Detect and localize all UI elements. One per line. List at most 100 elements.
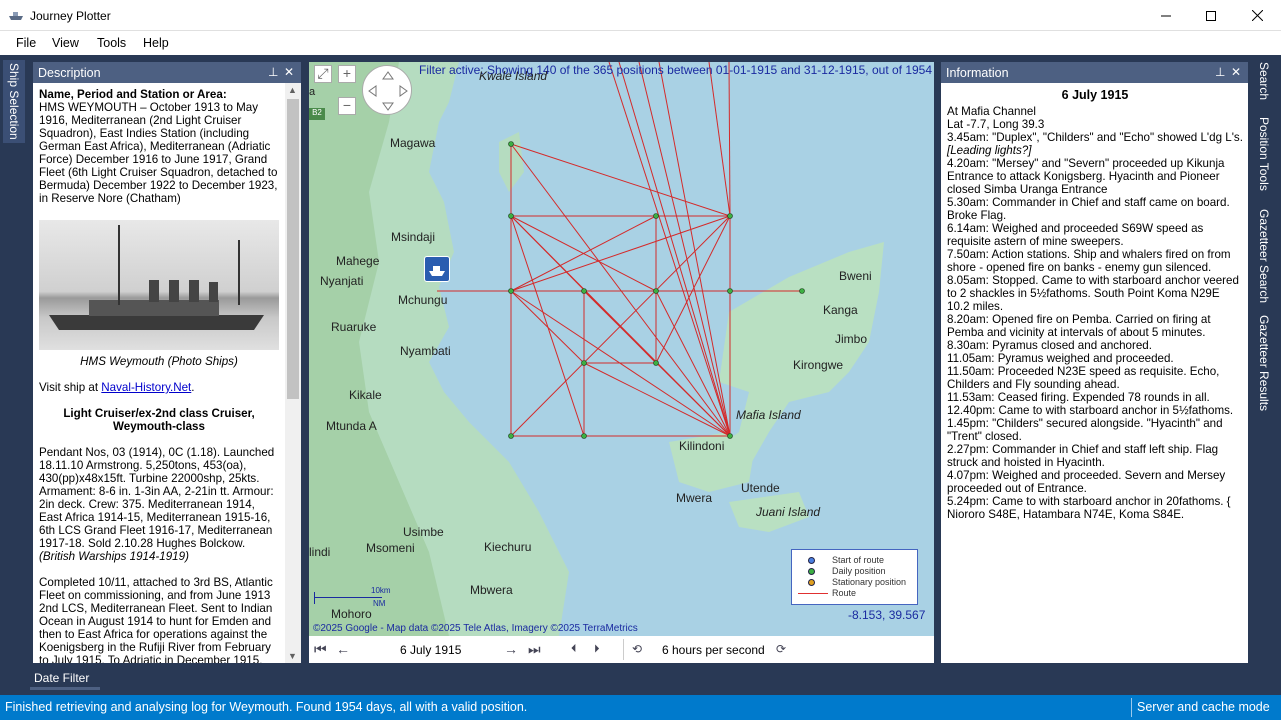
place-nyanjati: Nyanjati — [320, 274, 364, 288]
place-juani-island: Juani Island — [756, 505, 821, 519]
information-content: 6 July 1915 At Mafia Channel Lat -7.7, Lo… — [947, 89, 1243, 522]
tab-position-tools[interactable]: Position Tools — [1257, 117, 1271, 191]
tab-date-filter[interactable]: Date Filter — [30, 668, 100, 690]
daily-position-point[interactable] — [653, 213, 659, 219]
log-line: 8.05am: Stopped. Came to with starboard … — [947, 274, 1239, 313]
log-line: 1.45pm: "Childers" secured alongside. "H… — [947, 417, 1223, 443]
menu-tools[interactable]: Tools — [97, 36, 126, 50]
tab-ship-selection[interactable]: Ship Selection — [3, 60, 25, 143]
map-scale: 10km NM — [314, 586, 391, 608]
daily-position-point[interactable] — [581, 360, 587, 366]
minimize-button[interactable] — [1143, 0, 1189, 31]
zoom-in-button[interactable]: + — [338, 65, 356, 83]
ship-photo — [39, 220, 279, 350]
place-mbwera: Mbwera — [470, 583, 513, 597]
close-panel-icon[interactable]: ✕ — [1231, 65, 1241, 79]
place-mchungu: Mchungu — [398, 293, 448, 307]
tab-gazetteer-search[interactable]: Gazetteer Search — [1257, 209, 1271, 303]
server-mode: Server and cache mode — [1137, 700, 1270, 714]
description-scrollbar[interactable]: ▲ ▼ — [285, 83, 301, 663]
daily-position-point[interactable] — [727, 213, 733, 219]
place-mtunda: Mtunda A — [326, 419, 377, 433]
place-usimbe: Usimbe — [403, 525, 444, 539]
last-day-icon[interactable]: ⏭ — [528, 641, 541, 658]
pin-icon[interactable]: ⊥ — [268, 65, 278, 79]
zoom-extent-button[interactable]: ⤢ — [314, 65, 332, 83]
log-line: 7.50am: Action stations. Ship and whaler… — [947, 248, 1231, 274]
place-nyambati: Nyambati — [400, 344, 451, 358]
information-body: 6 July 1915 At Mafia Channel Lat -7.7, Lo… — [941, 83, 1248, 663]
cursor-coordinates: -8.153, 39.567 — [848, 608, 926, 622]
log-line: 8.30am: Pyramus closed and anchored. — [947, 339, 1152, 352]
place-msomeni: Msomeni — [366, 541, 415, 555]
description-content: Name, Period and Station or Area: HMS WE… — [39, 88, 279, 663]
next-day-icon[interactable]: → — [504, 641, 518, 657]
maximize-button[interactable] — [1188, 0, 1234, 31]
log-line: 12.40pm: Came to with starboard anchor i… — [947, 404, 1234, 417]
naval-history-link[interactable]: Naval-History.Net — [101, 381, 191, 394]
place-lindi: lindi — [309, 545, 331, 559]
road-label-a: a — [309, 86, 316, 98]
log-line: 2.27pm: Commander in Chief and staff lef… — [947, 443, 1219, 469]
faster-icon[interactable]: ⟳ — [776, 642, 786, 656]
scroll-up-arrow-icon[interactable]: ▲ — [288, 85, 297, 95]
specs-source: (British Warships 1914-1919) — [39, 550, 189, 563]
visit-line: Visit ship at Naval-History.Net. — [39, 381, 279, 394]
status-separator — [1131, 698, 1132, 717]
close-panel-icon[interactable]: ✕ — [284, 65, 294, 79]
play-icon[interactable]: ⏵ — [594, 643, 600, 656]
right-tab-strip: Search Position Tools Gazetteer Search G… — [1251, 55, 1281, 693]
description-title: Description — [38, 66, 101, 80]
road-sign-b2: B2 — [309, 108, 325, 120]
tab-search[interactable]: Search — [1257, 62, 1271, 100]
scroll-thumb[interactable] — [287, 99, 299, 399]
daily-position-point[interactable] — [799, 288, 805, 294]
information-panel: Information ⊥ ✕ 6 July 1915 At Mafia Cha… — [941, 62, 1248, 663]
place-kiechuru: Kiechuru — [484, 540, 532, 554]
menu-file[interactable]: File — [16, 36, 36, 50]
log-line: 5.24pm: Came to with starboard anchor in… — [947, 495, 1231, 521]
scroll-down-arrow-icon[interactable]: ▼ — [288, 651, 297, 661]
menu-help[interactable]: Help — [143, 36, 169, 50]
first-day-icon[interactable]: ⏮ — [314, 641, 327, 658]
daily-position-point[interactable] — [653, 288, 659, 294]
map-navigation-bar: ⏮ ← 6 July 1915 → ⏭ ⏴ ⏵ ⟲ 6 hours per se… — [309, 636, 934, 663]
place-mafia-island: Mafia Island — [736, 408, 801, 422]
place-utende: Utende — [741, 481, 780, 495]
place-ruaruke: Ruaruke — [331, 320, 377, 334]
daily-position-point[interactable] — [508, 141, 514, 147]
tab-gazetteer-results[interactable]: Gazetteer Results — [1257, 315, 1271, 411]
daily-position-point[interactable] — [581, 288, 587, 294]
pin-icon[interactable]: ⊥ — [1215, 65, 1225, 79]
status-message: Finished retrieving and analysing log fo… — [5, 700, 528, 714]
history-text: Completed 10/11, attached to 3rd BS, Atl… — [39, 576, 273, 663]
playback-speed: 6 hours per second — [662, 643, 765, 657]
log-line: 6.14am: Weighed and proceeded S69W speed… — [947, 222, 1204, 248]
place-msindaji: Msindaji — [391, 230, 436, 244]
map-copyright: ©2025 Google - Map data ©2025 Tele Atlas… — [313, 623, 638, 634]
description-panel: Description ⊥ ✕ Name, Period and Station… — [33, 62, 301, 663]
daily-position-point[interactable] — [581, 433, 587, 439]
place-kilindoni: Kilindoni — [679, 439, 725, 453]
slower-icon[interactable]: ⟲ — [632, 642, 642, 656]
map-view[interactable]: ⤢ + − Filter active: Showing 140 of the … — [309, 62, 934, 636]
name-period-text: HMS WEYMOUTH – October 1913 to May 1916,… — [39, 101, 278, 205]
log-line: [Leading lights?] — [947, 144, 1032, 157]
place-kanga: Kanga — [823, 303, 858, 317]
daily-position-point[interactable] — [727, 288, 733, 294]
place-mohoro: Mohoro — [331, 607, 372, 621]
scale-km: 10km — [371, 586, 391, 595]
daily-position-point[interactable] — [508, 433, 514, 439]
close-button[interactable] — [1234, 0, 1280, 31]
previous-day-icon[interactable]: ← — [336, 641, 350, 657]
pan-control[interactable] — [362, 65, 412, 115]
ship-position-marker[interactable] — [424, 256, 450, 282]
daily-position-point[interactable] — [653, 360, 659, 366]
step-back-icon[interactable]: ⏴ — [571, 643, 577, 656]
daily-position-point[interactable] — [508, 288, 514, 294]
daily-position-point[interactable] — [508, 213, 514, 219]
daily-position-point[interactable] — [727, 433, 733, 439]
zoom-out-button[interactable]: − — [338, 97, 356, 115]
log-line: 4.20am: "Mersey" and "Severn" proceeded … — [947, 157, 1225, 196]
menu-view[interactable]: View — [52, 36, 79, 50]
